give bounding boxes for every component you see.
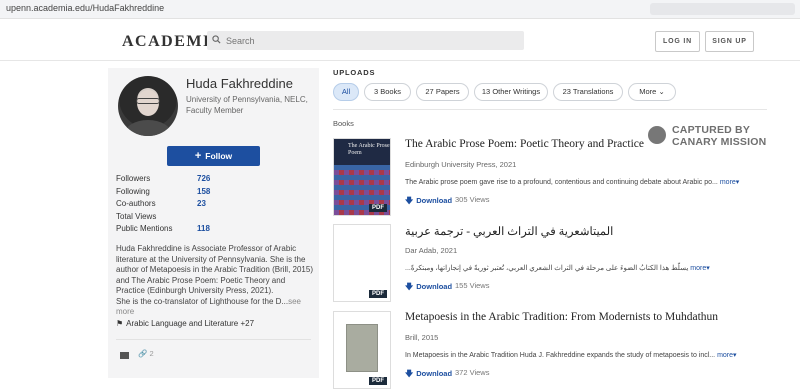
download-label: Download	[416, 282, 453, 291]
stat-label: Total Views	[116, 211, 157, 221]
pdf-badge: PDF	[369, 377, 387, 385]
chevron-down-icon: ▾	[735, 179, 740, 186]
chip-more-label: More	[639, 87, 657, 96]
profile-name: Huda Fakhreddine	[186, 76, 293, 91]
site-header: ACADEMIA LOG IN SIGN UP	[0, 19, 800, 61]
follow-button[interactable]: + Follow	[167, 146, 260, 166]
chip-other-writings[interactable]: 13 Other Writings	[474, 83, 548, 101]
list-item: PDF الميتاشعرية في التراث العربي - ترجمة…	[333, 224, 768, 304]
login-button[interactable]: LOG IN	[655, 31, 700, 52]
cover-title: The Arabic Prose Poem	[348, 143, 390, 156]
mail-icon[interactable]	[120, 352, 129, 359]
link-icon: 🔗	[138, 349, 148, 358]
profile-stats: Followers 726 Following 158 Co-authors 2…	[116, 174, 316, 237]
profile-bio: Huda Fakhreddine is Associate Professor …	[116, 244, 316, 318]
stat-value[interactable]: 158	[197, 187, 210, 196]
view-count: 372 Views	[455, 368, 490, 377]
item-description: ...يسلّط هذا الكتابُ الضوءَ على مرحلة في…	[405, 264, 710, 272]
url-text[interactable]: upenn.academia.edu/HudaFakhreddine	[6, 3, 164, 13]
chip-translations[interactable]: 23 Translations	[553, 83, 623, 101]
search-icon	[212, 35, 221, 44]
chip-more[interactable]: More ⌄	[628, 83, 676, 101]
plus-icon: +	[194, 150, 202, 162]
watermark: CAPTURED BY CANARY MISSION	[648, 124, 788, 152]
follow-label: Follow	[205, 151, 233, 161]
stat-label: Followers	[116, 174, 151, 183]
stat-value[interactable]: 118	[197, 224, 210, 233]
research-interests[interactable]: ⚑ Arabic Language and Literature +27	[116, 319, 254, 328]
search-box[interactable]	[207, 31, 524, 50]
stat-label: Following	[116, 186, 150, 196]
book-cover[interactable]: PDF	[333, 224, 391, 302]
item-publisher: Brill, 2015	[405, 333, 439, 342]
download-button[interactable]: 🡇 Download	[405, 195, 452, 209]
signup-button[interactable]: SIGN UP	[705, 31, 754, 52]
item-publisher: Edinburgh University Press, 2021	[405, 160, 517, 169]
links-button[interactable]: 🔗 2	[138, 349, 154, 358]
chevron-down-icon: ⌄	[658, 87, 665, 96]
bio-paragraph-2: She is the co-translator of Lighthouse f…	[116, 296, 289, 306]
stat-label: Public Mentions	[116, 224, 173, 233]
avatar-glasses	[136, 98, 160, 104]
stat-total-views: Total Views	[116, 212, 316, 225]
links-count: 2	[149, 349, 154, 358]
watermark-logo-icon	[648, 126, 666, 144]
blurred-toolbar-area	[650, 3, 795, 15]
download-label: Download	[416, 196, 453, 205]
view-count: 155 Views	[455, 281, 490, 290]
cover-artwork	[346, 324, 378, 372]
chevron-down-icon: ▾	[706, 265, 710, 272]
watermark-line-2: CANARY MISSION	[672, 136, 767, 148]
download-button[interactable]: 🡇 Download	[405, 281, 452, 295]
stat-following[interactable]: Following 158	[116, 187, 316, 200]
stat-followers[interactable]: Followers 726	[116, 174, 316, 187]
chip-papers[interactable]: 27 Papers	[416, 83, 469, 101]
description-text: In Metapoesis in the Arabic Tradition Hu…	[405, 352, 716, 359]
tag-icon: ⚑	[116, 319, 124, 328]
more-link[interactable]: more	[690, 265, 706, 272]
book-cover[interactable]: PDF	[333, 311, 391, 389]
download-button[interactable]: 🡇 Download	[405, 368, 452, 382]
description-text: The Arabic prose poem gave rise to a pro…	[405, 179, 718, 186]
list-item: PDF Metapoesis in the Arabic Tradition: …	[333, 311, 768, 389]
stat-public-mentions[interactable]: Public Mentions 118	[116, 224, 316, 237]
pdf-badge: PDF	[369, 290, 387, 298]
profile-sidebar: Huda Fakhreddine University of Pennsylva…	[108, 68, 319, 378]
uploads-heading: UPLOADS	[333, 68, 376, 77]
download-icon: 🡇	[405, 282, 414, 291]
item-title[interactable]: الميتاشعرية في التراث العربي - ترجمة عرب…	[405, 224, 775, 238]
item-description: In Metapoesis in the Arabic Tradition Hu…	[405, 351, 737, 359]
stat-value[interactable]: 23	[197, 199, 206, 208]
stat-value[interactable]: 726	[197, 174, 210, 183]
search-input[interactable]	[226, 33, 516, 48]
item-publisher: Dar Adab, 2021	[405, 246, 458, 255]
browser-url-bar[interactable]: upenn.academia.edu/HudaFakhreddine	[0, 0, 800, 19]
item-description: The Arabic prose poem gave rise to a pro…	[405, 178, 739, 186]
chip-books[interactable]: 3 Books	[364, 83, 411, 101]
profile-affiliation[interactable]: University of Pennsylvania, NELC, Facult…	[186, 94, 316, 116]
more-link[interactable]: more	[717, 352, 733, 359]
avatar-body	[124, 120, 172, 136]
bio-paragraph: Huda Fakhreddine is Associate Professor …	[116, 244, 313, 295]
watermark-line-1: CAPTURED BY	[672, 124, 751, 136]
divider	[333, 109, 767, 110]
research-interests-label: Arabic Language and Literature +27	[126, 319, 255, 328]
item-title[interactable]: Metapoesis in the Arabic Tradition: From…	[405, 311, 775, 323]
book-cover[interactable]: The Arabic Prose Poem PDF	[333, 138, 391, 216]
more-link[interactable]: more	[720, 179, 736, 186]
pdf-badge: PDF	[369, 204, 387, 212]
view-count: 305 Views	[455, 195, 490, 204]
description-text: ...يسلّط هذا الكتابُ الضوءَ على مرحلة في…	[405, 265, 689, 272]
divider	[116, 339, 311, 340]
watermark-text: CAPTURED BY CANARY MISSION	[672, 124, 766, 148]
stat-label: Co-authors	[116, 199, 156, 208]
download-label: Download	[416, 369, 453, 378]
avatar	[118, 76, 178, 136]
download-icon: 🡇	[405, 196, 414, 205]
books-section-label: Books	[333, 119, 354, 128]
stat-coauthors[interactable]: Co-authors 23	[116, 199, 316, 212]
chevron-down-icon: ▾	[733, 352, 737, 359]
chip-all[interactable]: All	[333, 83, 359, 101]
download-icon: 🡇	[405, 369, 414, 378]
